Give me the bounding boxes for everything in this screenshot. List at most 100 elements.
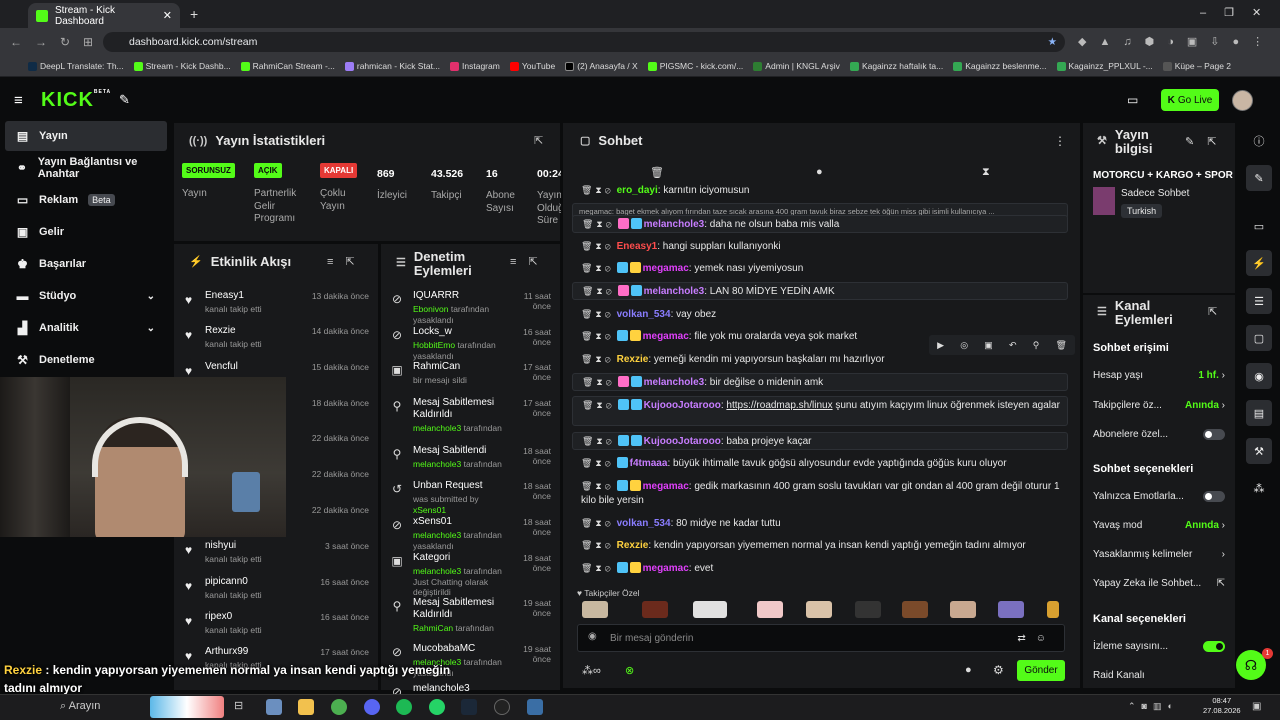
message-mod-icons[interactable]: 🗑⧗⊘ <box>581 185 614 195</box>
chrome-icon[interactable] <box>331 699 347 715</box>
queue-icon[interactable]: ▤ <box>1246 400 1272 426</box>
message-mod-icons[interactable]: 🗑⧗⊘ <box>581 241 614 251</box>
sidebar-item-ads[interactable]: ▭ Reklam Beta <box>5 185 167 215</box>
emotes-only-toggle[interactable] <box>1203 491 1225 502</box>
wrench-icon[interactable]: ⚒ <box>1246 438 1272 464</box>
chat-input[interactable]: Bir mesaj gönderin ⇄☺ <box>577 624 1065 652</box>
emote[interactable] <box>950 601 976 618</box>
edit-popout-icons[interactable]: ✎⇱ <box>1185 135 1229 148</box>
sidebar-item-achievements[interactable]: ♚ Başarılar <box>5 249 167 279</box>
followers-only-row[interactable]: Takipçilere öz... Anında › <box>1093 400 1225 411</box>
task-view-icon[interactable]: ⊟ <box>234 699 250 715</box>
trash-icon[interactable]: 🗑 <box>650 166 664 179</box>
folder-icon[interactable] <box>298 699 314 715</box>
chat-message[interactable]: 🗑⧗⊘ f4tmaaa: büyük ihtimalle tavuk göğsü … <box>572 455 1068 471</box>
steam-icon[interactable] <box>461 699 477 715</box>
chat-username[interactable]: KujoooJotarooo <box>644 436 721 447</box>
moderation-title[interactable]: IQUARRR <box>413 290 513 302</box>
chat-message[interactable]: 🗑⧗⊘ megamac: yemek nası yiyemiyosun <box>572 260 1068 276</box>
chat-message[interactable]: 🗑⧗⊘ Rexzie: kendin yapıyorsan yiyememen n… <box>572 537 1068 553</box>
viewer-count-toggle[interactable] <box>1203 641 1225 652</box>
message-mod-icons[interactable]: 🗑⧗⊘ <box>581 540 614 550</box>
tools-icon[interactable]: ✎ <box>119 92 130 108</box>
moderation-title[interactable]: Mesaj Sabitlemesi Kaldırıldı <box>413 397 513 421</box>
bookmark-item[interactable]: Küpe – Page 2 <box>1162 61 1231 71</box>
chat-username[interactable]: Rexzie <box>617 354 649 365</box>
message-mod-icons[interactable]: 🗑⧗⊘ <box>582 219 615 229</box>
viewer-count-row[interactable]: İzleme sayısını... <box>1093 641 1225 652</box>
ai-chat-row[interactable]: Yapay Zeka ile Sohbet... ⇱ <box>1093 578 1225 589</box>
bookmark-item[interactable]: Kagainzz beslenme... <box>953 61 1047 71</box>
bookmark-item[interactable]: DeepL Translate: Th... <box>28 61 124 71</box>
moderation-title[interactable]: RahmiCan <box>413 361 513 373</box>
subs-only-toggle[interactable] <box>1203 429 1225 440</box>
message-mod-icons[interactable]: 🗑⧗⊘ <box>582 436 615 446</box>
message-mod-icons[interactable]: 🗑⧗⊘ <box>581 458 614 468</box>
emote-menu-icon[interactable]: ⁂∞ <box>582 664 601 677</box>
browser-tab[interactable]: Stream - Kick Dashboard ✕ <box>28 3 180 28</box>
chat-username[interactable]: megamac <box>643 331 689 342</box>
moderation-title[interactable]: Locks_w <box>413 326 513 338</box>
moderation-title[interactable]: Unban Request <box>413 480 513 492</box>
activity-user[interactable]: Vencful <box>205 361 238 372</box>
notification-icon[interactable]: ▣ <box>1252 701 1261 712</box>
sidebar-item-stream-key[interactable]: ⚭ Yayın Bağlantısı ve Anahtar <box>5 153 167 183</box>
chat-message[interactable]: 🗑⧗⊘ megamac: evet <box>572 560 1068 576</box>
moderation-title[interactable]: xSens01 <box>413 516 513 528</box>
extension-icons[interactable]: ◆▲♫⬢◑▣⇩●⋮ <box>1078 35 1276 48</box>
activity-user[interactable]: nishyui <box>205 540 236 551</box>
moderation-title[interactable]: Mesaj Sabitlemesi Kaldırıldı <box>413 597 513 621</box>
message-mod-icons[interactable]: 🗑⧗⊘ <box>581 263 614 273</box>
bookmark-item[interactable]: YouTube <box>509 61 555 71</box>
chat-username[interactable]: megamac <box>643 481 689 492</box>
popout-icon[interactable]: ⇱ <box>1208 305 1217 318</box>
account-age-row[interactable]: Hesap yaşı 1 hf. › <box>1093 370 1225 381</box>
stream-category[interactable]: Sadece Sohbet <box>1121 188 1189 199</box>
chat-username[interactable]: melanchole3 <box>644 219 705 230</box>
bookmark-item[interactable]: rahmican - Kick Stat... <box>344 61 440 71</box>
edit-icon[interactable]: ✎ <box>1246 165 1272 191</box>
taskbar-clock[interactable]: 08:47 27.08.2026 <box>1203 696 1241 716</box>
moderation-title[interactable]: MucobabaMC <box>413 643 513 655</box>
message-mod-icons[interactable]: 🗑⧗⊘ <box>581 331 614 341</box>
emote[interactable] <box>806 601 832 618</box>
message-mod-icons[interactable]: 🗑⧗⊘ <box>581 354 614 364</box>
bolt-icon[interactable]: ⚡ <box>1246 250 1272 276</box>
emote[interactable] <box>642 601 668 618</box>
emote[interactable] <box>902 601 928 618</box>
chat-username[interactable]: megamac <box>643 563 689 574</box>
more-icon[interactable]: ⁂ <box>1246 475 1272 501</box>
chat-message[interactable]: 🗑⧗⊘ ero_dayi: karnıtın iciyomusun <box>572 182 1068 198</box>
moderation-title[interactable]: Kategori <box>413 552 513 564</box>
banned-words-row[interactable]: Yasaklanmış kelimeler › <box>1093 549 1225 560</box>
address-bar[interactable]: dashboard.kick.com/stream ★ <box>103 32 1065 52</box>
chat-message[interactable]: 🗑⧗⊘ melanchole3: bir değilse o midenin am… <box>572 373 1068 391</box>
bookmark-item[interactable]: RahmiCan Stream -... <box>240 61 335 71</box>
chat-mode-icon[interactable]: ● <box>816 166 823 178</box>
chat-username[interactable]: melanchole3 <box>644 377 705 388</box>
chat-username[interactable]: Eneasy1 <box>617 241 658 252</box>
moderation-title[interactable]: Mesaj Sabitlendi <box>413 445 513 457</box>
app-icon[interactable] <box>527 699 543 715</box>
activity-user[interactable]: pipicann0 <box>205 576 248 587</box>
chat-icon[interactable]: ▢ <box>1246 325 1272 351</box>
emote[interactable] <box>1047 601 1059 618</box>
raid-row[interactable]: Raid Kanalı <box>1093 670 1225 681</box>
menu-hamburger-icon[interactable]: ≡ <box>14 92 23 109</box>
avatar[interactable] <box>1232 90 1253 111</box>
search-icon[interactable]: ⌕ Arayın <box>60 700 100 713</box>
emote[interactable] <box>757 601 783 618</box>
nav-buttons-icon[interactable]: ←→↻⊞ <box>10 35 106 49</box>
bookmark-star-icon[interactable]: ★ <box>1048 36 1057 48</box>
send-button[interactable]: Gönder <box>1017 660 1065 681</box>
message-mod-icons[interactable]: 🗑⧗⊘ <box>582 400 615 410</box>
sidebar-item-revenue[interactable]: ▣ Gelir <box>5 217 167 247</box>
slow-mode-row[interactable]: Yavaş mod Anında › <box>1093 520 1225 531</box>
chat-bubble-icon[interactable]: ● <box>965 664 972 676</box>
signal-icon[interactable]: ◉ <box>1246 363 1272 389</box>
bookmark-item[interactable]: Kagainzz_PPLXUL -... <box>1056 61 1153 71</box>
hourglass-icon[interactable]: ⧗ <box>982 166 990 179</box>
info-icon[interactable]: ⓘ <box>1246 128 1272 154</box>
chat-username[interactable]: ero_dayi <box>617 185 658 196</box>
message-mod-icons[interactable]: 🗑⧗⊘ <box>582 286 615 296</box>
